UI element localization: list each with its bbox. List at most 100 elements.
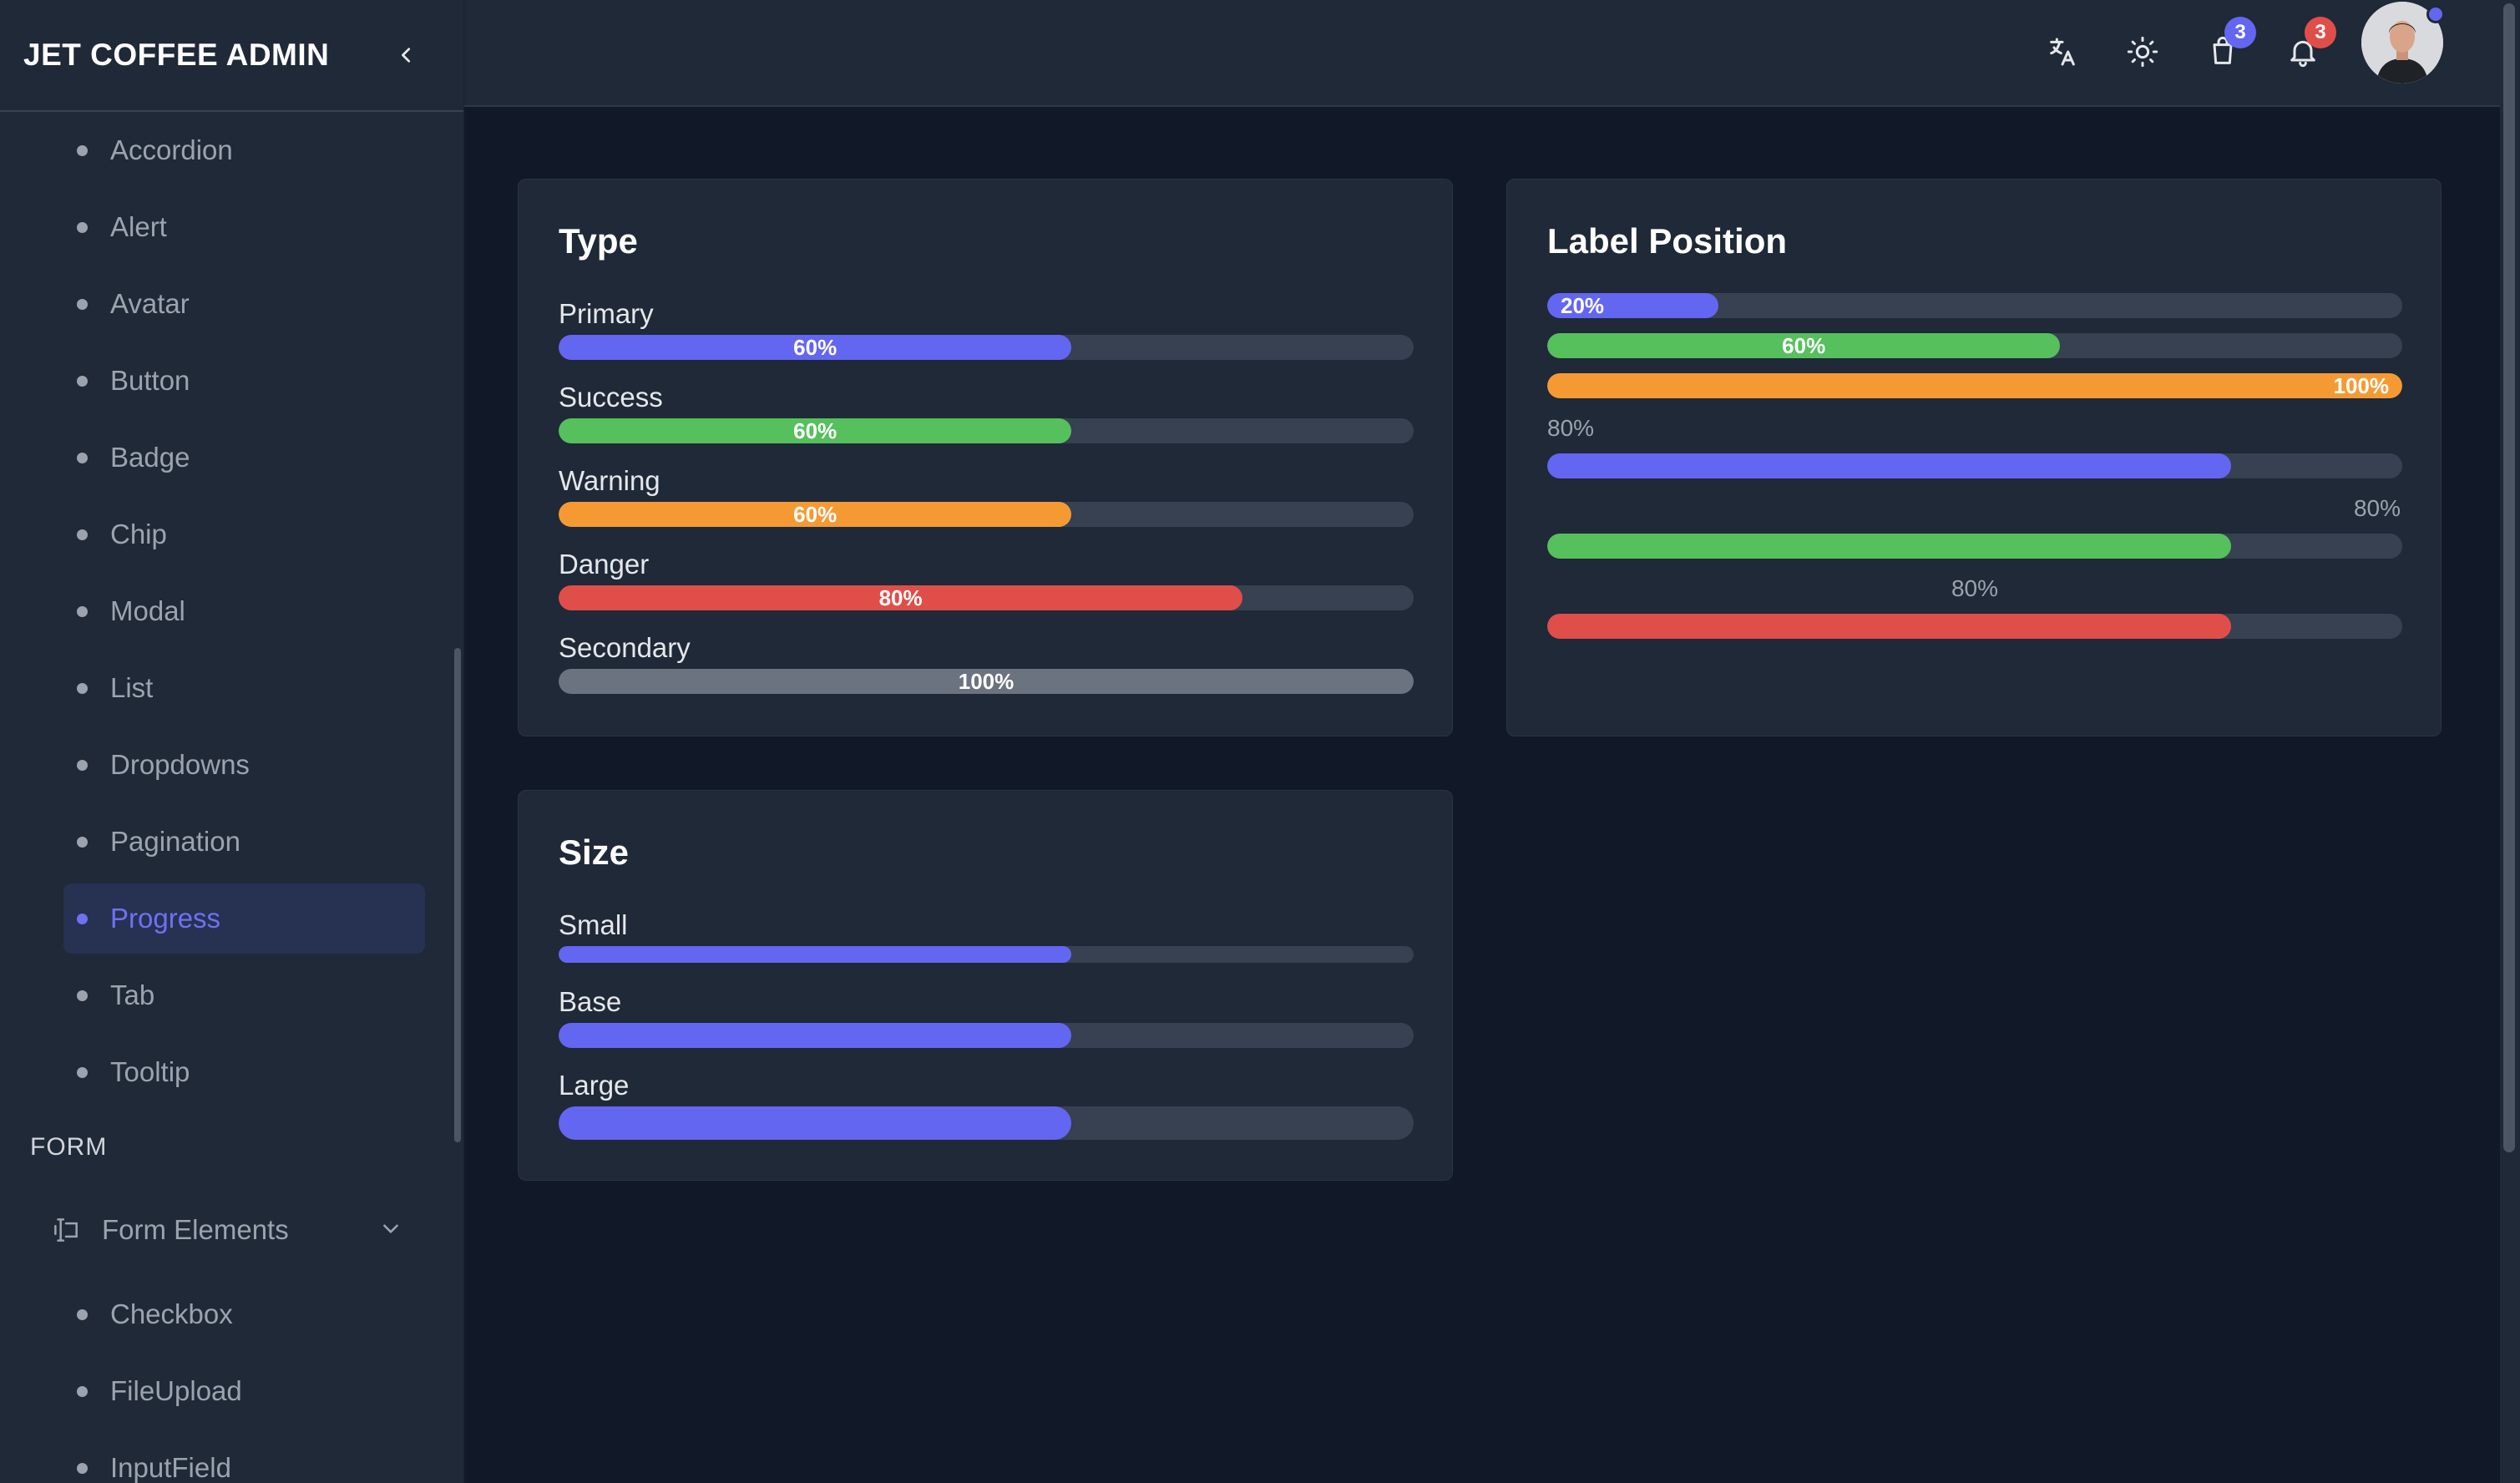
sidebar-item-inputfield[interactable]: InputField <box>0 1430 463 1483</box>
progress-bar-large <box>559 1106 1414 1140</box>
progress-outside-label-center: 80% <box>1951 575 1999 601</box>
topbar: 3 3 <box>464 0 2502 107</box>
collapse-sidebar-button[interactable] <box>390 38 423 72</box>
main-scrollbar[interactable] <box>2503 3 2515 1152</box>
progress-value-label: 100% <box>2333 373 2390 398</box>
sidebar-item-label: Badge <box>110 442 190 473</box>
progress-fill: 80% <box>559 585 1243 610</box>
label-position-card-title: Label Position <box>1547 221 1788 261</box>
sidebar-item-fileupload[interactable]: FileUpload <box>0 1353 463 1430</box>
sidebar-group-form-elements[interactable]: Form Elements <box>0 1184 463 1276</box>
sidebar-item-label: InputField <box>110 1452 231 1483</box>
progress-value-label: 80% <box>878 585 923 610</box>
progress-bar-secondary: 100% <box>559 669 1414 694</box>
sidebar-item-accordion[interactable]: Accordion <box>0 112 463 189</box>
progress-fill: 60% <box>559 418 1072 443</box>
progress-bar-inside-end: 100% <box>1547 373 2402 398</box>
sidebar-item-list[interactable]: List <box>0 650 463 726</box>
sidebar-item-avatar[interactable]: Avatar <box>0 266 463 342</box>
sidebar-group-label: Form Elements <box>102 1214 289 1245</box>
progress-outside-label-left: 80% <box>1547 415 1595 441</box>
sidebar-item-label: Button <box>110 365 190 396</box>
progress-value-label: 60% <box>793 502 837 527</box>
progress-fill <box>1547 614 2232 639</box>
bullet-icon <box>77 222 88 233</box>
type-card: Type Primary 60% Success 60% Warning 60% Dange… <box>518 179 1453 736</box>
progress-label-danger: Danger <box>559 549 650 580</box>
sidebar-scrollbar[interactable] <box>454 648 461 1142</box>
sun-icon <box>2127 36 2158 68</box>
sidebar-item-tab[interactable]: Tab <box>0 957 463 1034</box>
sidebar-item-label: Tooltip <box>110 1056 190 1087</box>
progress-label-primary: Primary <box>559 298 654 329</box>
progress-bar-inside-start: 20% <box>1547 293 2402 318</box>
theme-toggle-button[interactable] <box>2119 28 2166 75</box>
sidebar: JET COFFEE ADMIN Accordion Alert Avatar But… <box>0 0 464 1483</box>
bullet-icon <box>77 1309 88 1320</box>
form-elements-icon <box>54 1218 78 1242</box>
sidebar-item-label: Dropdowns <box>110 749 250 780</box>
bullet-icon <box>77 683 88 694</box>
progress-label-secondary: Secondary <box>559 632 691 663</box>
progress-fill: 60% <box>1547 333 2061 358</box>
cart-button[interactable]: 3 <box>2199 17 2256 75</box>
notification-badge: 3 <box>2305 17 2336 48</box>
progress-label-large: Large <box>559 1070 630 1101</box>
sidebar-item-dropdowns[interactable]: Dropdowns <box>0 726 463 803</box>
brand-title: JET COFFEE ADMIN <box>23 38 330 72</box>
sidebar-item-alert[interactable]: Alert <box>0 189 463 266</box>
progress-fill <box>559 946 1072 963</box>
progress-bar-inside-center: 60% <box>1547 333 2402 358</box>
sidebar-item-label: Accordion <box>110 134 233 165</box>
sidebar-item-label: Pagination <box>110 826 240 857</box>
label-position-card: Label Position 20% 60% 100% 80% 80% 80% <box>1506 179 2442 736</box>
sidebar-item-button[interactable]: Button <box>0 342 463 419</box>
progress-fill <box>1547 534 2232 559</box>
progress-value-label: 60% <box>793 418 837 443</box>
bullet-icon <box>77 529 88 540</box>
bullet-icon <box>77 1386 88 1397</box>
sidebar-item-pagination[interactable]: Pagination <box>0 803 463 880</box>
sidebar-item-label: Checkbox <box>110 1298 233 1329</box>
bullet-icon <box>77 299 88 310</box>
translate-button[interactable] <box>2039 28 2086 75</box>
bullet-icon <box>77 145 88 156</box>
bullet-icon <box>77 1463 88 1474</box>
progress-bar-success: 60% <box>559 418 1414 443</box>
progress-fill: 100% <box>1547 373 2402 398</box>
progress-label-success: Success <box>559 382 663 413</box>
sidebar-item-checkbox[interactable]: Checkbox <box>0 1276 463 1353</box>
progress-bar-outside-center <box>1547 614 2402 639</box>
sidebar-item-modal[interactable]: Modal <box>0 573 463 650</box>
sidebar-item-label: List <box>110 672 154 703</box>
progress-fill: 60% <box>559 335 1072 360</box>
type-card-title: Type <box>559 221 638 261</box>
bullet-icon <box>77 760 88 771</box>
sidebar-item-tooltip[interactable]: Tooltip <box>0 1034 463 1111</box>
sidebar-item-badge[interactable]: Badge <box>0 419 463 496</box>
sidebar-section-form: FORM <box>30 1133 108 1161</box>
cart-badge: 3 <box>2224 17 2256 48</box>
sidebar-item-label: Tab <box>110 979 155 1010</box>
progress-value-label: 20% <box>1561 293 1605 318</box>
sidebar-item-progress[interactable]: Progress <box>63 883 425 954</box>
sidebar-item-label: Avatar <box>110 288 190 319</box>
bullet-icon <box>77 606 88 617</box>
online-status-dot <box>2426 5 2445 23</box>
sidebar-item-label: FileUpload <box>110 1375 242 1406</box>
progress-fill: 60% <box>559 502 1072 527</box>
progress-value-label: 60% <box>1782 333 1826 358</box>
size-card: Size Small Base Large <box>518 790 1453 1181</box>
chevron-left-icon <box>402 48 411 63</box>
sidebar-nav: Accordion Alert Avatar Button Badge Chip Modal… <box>0 112 463 1483</box>
progress-bar-primary: 60% <box>559 335 1414 360</box>
sidebar-item-chip[interactable]: Chip <box>0 496 463 573</box>
progress-bar-base <box>559 1023 1414 1048</box>
notifications-button[interactable]: 3 <box>2280 17 2336 75</box>
sidebar-item-label: Modal <box>110 595 185 626</box>
bullet-icon <box>77 453 88 463</box>
sidebar-header: JET COFFEE ADMIN <box>0 0 463 112</box>
progress-value-label: 60% <box>793 335 837 360</box>
progress-bar-danger: 80% <box>559 585 1414 610</box>
group-toggle[interactable] <box>380 1214 402 1246</box>
